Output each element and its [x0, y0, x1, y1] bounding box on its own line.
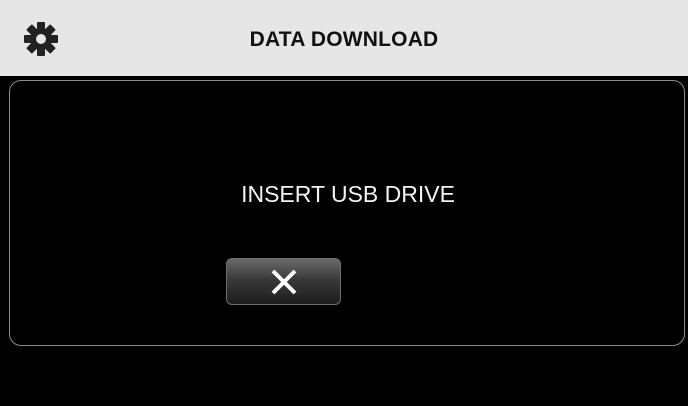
dialog-panel: INSERT USB DRIVE: [9, 80, 685, 346]
header-bar: DATA DOWNLOAD: [0, 0, 688, 76]
page-title: DATA DOWNLOAD: [249, 28, 439, 51]
close-button[interactable]: [226, 258, 341, 305]
device-screen: DATA DOWNLOAD INSERT USB DRIVE: [0, 0, 688, 406]
dialog-message: INSERT USB DRIVE: [241, 181, 455, 207]
close-icon: [271, 269, 297, 295]
